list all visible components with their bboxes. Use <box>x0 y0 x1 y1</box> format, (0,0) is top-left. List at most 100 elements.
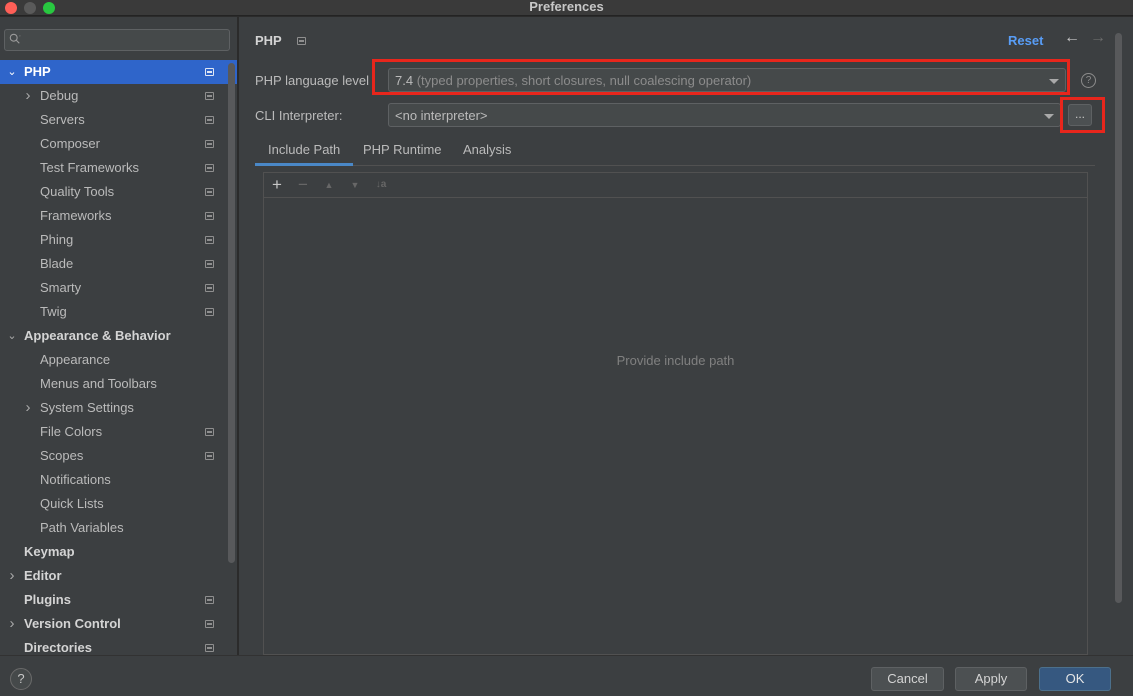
language-level-label: PHP language level <box>255 73 369 88</box>
sidebar-item-label: Version Control <box>24 616 121 631</box>
sidebar-item-keymap[interactable]: Keymap <box>0 540 237 564</box>
chevron-right-icon[interactable]: › <box>6 564 18 588</box>
sidebar-item-label: Quick Lists <box>40 496 104 511</box>
cli-interpreter-value: <no interpreter> <box>395 108 488 123</box>
move-down-icon[interactable]: ▼ <box>345 175 365 195</box>
sidebar-item-label: Appearance & Behavior <box>24 328 171 343</box>
chevron-right-icon[interactable]: › <box>6 612 18 636</box>
sidebar-item-file-colors[interactable]: File Colors <box>0 420 237 444</box>
sidebar-item-system-settings[interactable]: › System Settings <box>0 396 237 420</box>
sidebar-item-label: Quality Tools <box>40 184 115 199</box>
project-settings-icon <box>205 92 214 100</box>
window-title: Preferences <box>529 0 604 14</box>
project-settings-icon <box>205 212 214 220</box>
tab-php-runtime[interactable]: PHP Runtime <box>350 136 455 166</box>
sidebar-item-twig[interactable]: Twig <box>0 300 237 324</box>
search-input[interactable] <box>4 29 230 51</box>
help-button[interactable]: ? <box>10 668 32 690</box>
sidebar-item-label: Debug <box>40 88 79 103</box>
sort-icon[interactable]: ↓a <box>371 175 391 195</box>
tab-include-path[interactable]: Include Path <box>255 136 354 166</box>
cli-interpreter-label: CLI Interpreter: <box>255 108 343 123</box>
ok-button[interactable]: OK <box>1039 667 1111 691</box>
sidebar-item-label: Test Frameworks <box>40 160 139 175</box>
settings-tree: ⌄ PHP › Debug Servers Composer Test Frameworks… <box>0 60 237 655</box>
project-settings-icon <box>205 260 214 268</box>
cli-interpreter-select[interactable]: <no interpreter> <box>388 103 1061 127</box>
main-scrollbar[interactable] <box>1115 33 1122 603</box>
sidebar-item-php[interactable]: ⌄ PHP <box>0 60 237 84</box>
help-icon[interactable]: ? <box>1081 73 1096 88</box>
sidebar-item-label: Directories <box>24 640 92 655</box>
sidebar-item-label: Appearance <box>40 352 111 367</box>
highlight-browse-button <box>1060 97 1105 133</box>
move-up-icon[interactable]: ▲ <box>319 175 339 195</box>
sidebar-item-appearance[interactable]: Appearance <box>0 348 237 372</box>
back-arrow-icon[interactable]: ← <box>1064 29 1080 47</box>
project-settings-icon <box>205 644 214 652</box>
sidebar-item-label: PHP <box>24 64 51 79</box>
sidebar-item-editor[interactable]: › Editor <box>0 564 237 588</box>
settings-sidebar: ⌄ PHP › Debug Servers Composer Test Frameworks… <box>0 17 238 655</box>
sidebar-item-label: Notifications <box>40 472 111 487</box>
sidebar-item-path-variables[interactable]: Path Variables <box>0 516 237 540</box>
chevron-right-icon[interactable]: › <box>22 396 34 420</box>
sidebar-item-label: System Settings <box>40 400 134 415</box>
sidebar-item-version-control[interactable]: › Version Control <box>0 612 237 636</box>
sidebar-item-composer[interactable]: Composer <box>0 132 237 156</box>
sidebar-item-servers[interactable]: Servers <box>0 108 237 132</box>
sidebar-item-blade[interactable]: Blade <box>0 252 237 276</box>
reset-button[interactable]: Reset <box>1008 33 1043 48</box>
sidebar-item-test-frameworks[interactable]: Test Frameworks <box>0 156 237 180</box>
include-path-panel: + − ▲ ▼ ↓a Provide include path <box>263 172 1088 655</box>
highlight-language-level <box>372 59 1070 95</box>
sidebar-item-label: Phing <box>40 232 74 247</box>
sidebar-item-plugins[interactable]: Plugins <box>0 588 237 612</box>
sidebar-item-scopes[interactable]: Scopes <box>0 444 237 468</box>
cancel-button[interactable]: Cancel <box>871 667 944 691</box>
sidebar-item-label: Frameworks <box>40 208 112 223</box>
dialog-footer: ? Cancel Apply OK <box>0 655 1133 696</box>
sidebar-item-label: Scopes <box>40 448 84 463</box>
sidebar-item-quality-tools[interactable]: Quality Tools <box>0 180 237 204</box>
sidebar-item-notifications[interactable]: Notifications <box>0 468 237 492</box>
project-settings-icon <box>205 596 214 604</box>
project-settings-icon <box>205 452 214 460</box>
apply-button[interactable]: Apply <box>955 667 1027 691</box>
sidebar-item-smarty[interactable]: Smarty <box>0 276 237 300</box>
chevron-down-icon[interactable]: ⌄ <box>6 60 18 84</box>
sidebar-item-phing[interactable]: Phing <box>0 228 237 252</box>
project-settings-icon <box>205 428 214 436</box>
project-settings-icon <box>205 140 214 148</box>
php-settings-panel: PHP Reset ← → PHP language level 7.4 (ty… <box>239 17 1133 655</box>
chevron-down-icon[interactable]: ⌄ <box>6 324 18 348</box>
tab-analysis[interactable]: Analysis <box>450 136 524 166</box>
remove-icon[interactable]: − <box>293 175 313 195</box>
sidebar-item-quick-lists[interactable]: Quick Lists <box>0 492 237 516</box>
project-settings-icon <box>205 68 214 76</box>
php-tabs: Include Path PHP Runtime Analysis <box>255 136 1095 166</box>
project-settings-icon <box>205 284 214 292</box>
sidebar-item-label: File Colors <box>40 424 103 439</box>
chevron-right-icon[interactable]: › <box>22 84 34 108</box>
sidebar-item-directories[interactable]: Directories <box>0 636 237 655</box>
sidebar-scrollbar[interactable] <box>228 63 235 563</box>
project-settings-icon <box>205 236 214 244</box>
project-settings-icon <box>205 188 214 196</box>
page-title: PHP <box>255 33 282 48</box>
title-bar: Preferences <box>0 0 1133 16</box>
search-icon <box>9 33 21 44</box>
forward-arrow-icon[interactable]: → <box>1090 29 1106 47</box>
sidebar-item-frameworks[interactable]: Frameworks <box>0 204 237 228</box>
include-path-toolbar: + − ▲ ▼ ↓a <box>264 173 1087 198</box>
sidebar-item-label: Menus and Toolbars <box>40 376 157 391</box>
project-settings-icon <box>297 37 306 45</box>
sidebar-item-debug[interactable]: › Debug <box>0 84 237 108</box>
sidebar-item-menus-and-toolbars[interactable]: Menus and Toolbars <box>0 372 237 396</box>
add-icon[interactable]: + <box>267 175 287 195</box>
sidebar-item-appearance-behavior[interactable]: ⌄ Appearance & Behavior <box>0 324 237 348</box>
sidebar-item-label: Keymap <box>24 544 75 559</box>
sidebar-item-label: Smarty <box>40 280 82 295</box>
sidebar-item-label: Servers <box>40 112 85 127</box>
empty-state-text: Provide include path <box>616 353 735 368</box>
